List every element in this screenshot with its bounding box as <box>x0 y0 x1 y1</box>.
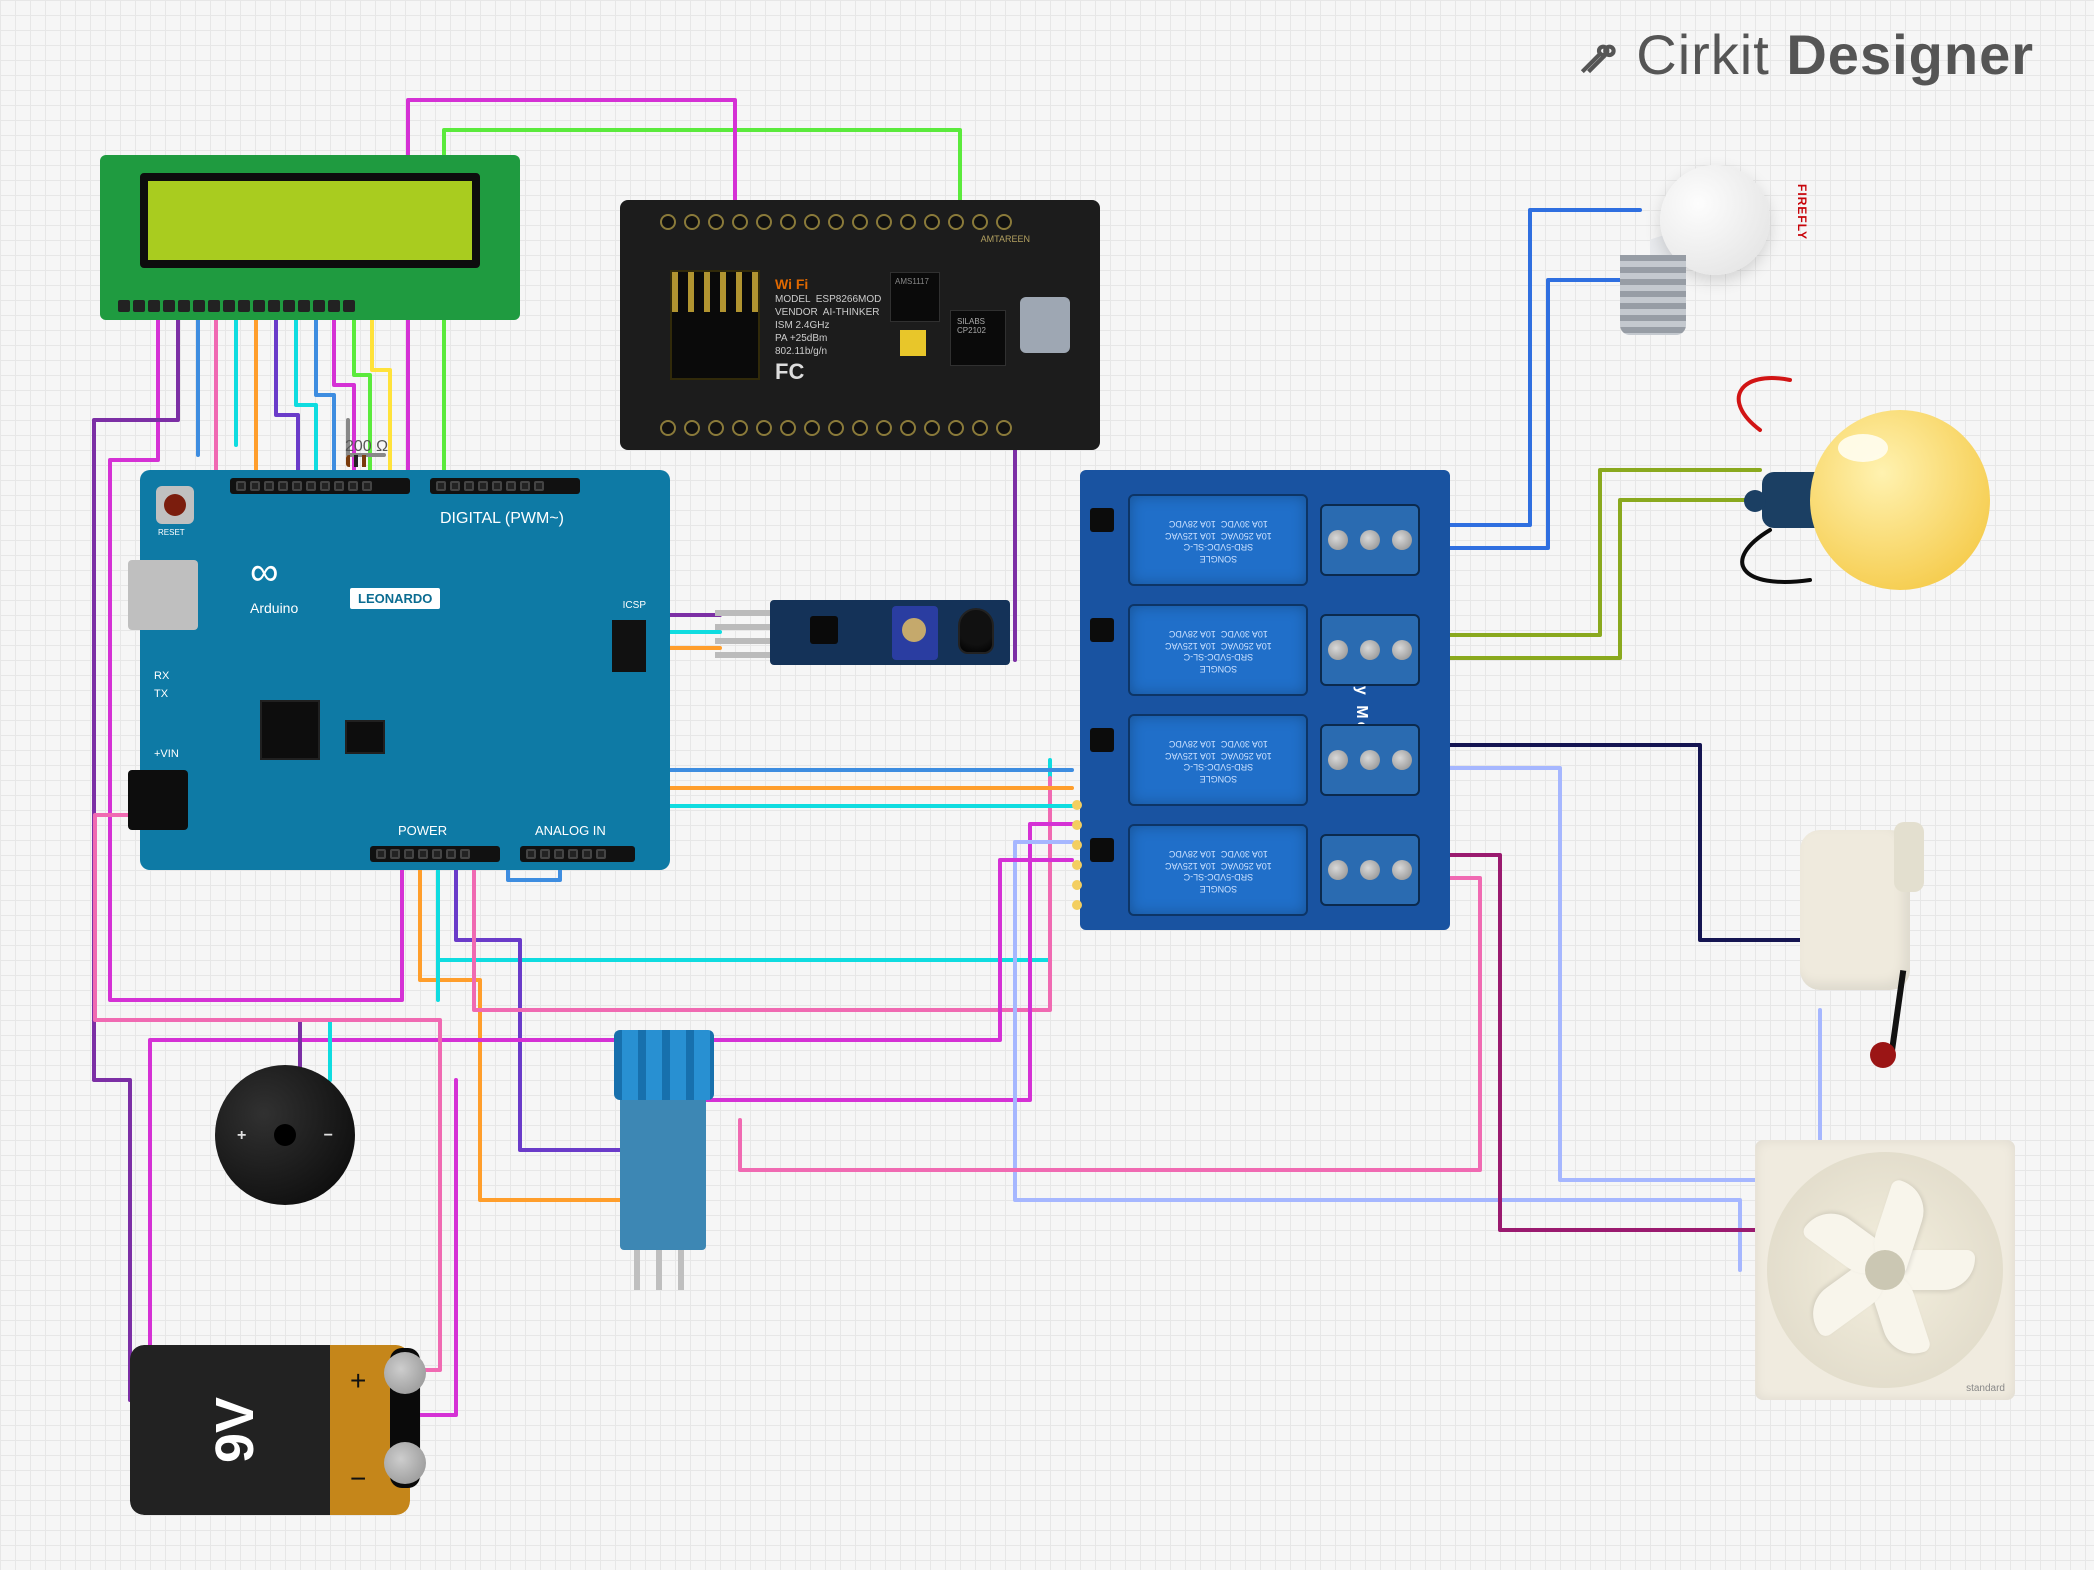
piezo-buzzer: + − <box>215 1065 355 1205</box>
arduino-tx-label: TX <box>154 688 168 700</box>
relay-k4: SONGLE SRD-5VDC-SL-C 10A 250VAC 10A 125V… <box>1128 824 1308 916</box>
lcd-screen <box>140 173 480 268</box>
relay-input-pins <box>1072 800 1082 910</box>
app-watermark: Cirkit Designer <box>1574 22 2034 87</box>
esp-passive <box>900 330 926 356</box>
arduino-icsp-header <box>612 620 646 672</box>
arduino-brand-label: Arduino <box>250 600 298 616</box>
exhaust-fan: standard <box>1755 1140 2015 1400</box>
dht11-sensor <box>620 1090 706 1250</box>
relay-terminal-4 <box>1320 834 1420 906</box>
arduino-icsp-label: ICSP <box>623 600 646 611</box>
relay-module-4ch: 4 Relay Module SONGLE SRD-5VDC-SL-C 10A … <box>1080 470 1450 930</box>
flame-sensor-pins <box>715 610 770 658</box>
esp-module-text: Wi Fi MODEL ESP8266MOD VENDOR AI-THINKER… <box>775 275 881 387</box>
arduino-chip-2 <box>345 720 385 754</box>
battery-clip <box>390 1348 420 1488</box>
pump-connector <box>1870 1042 1896 1068</box>
arduino-vin-label: +VIN <box>154 748 179 760</box>
arduino-reset-button[interactable] <box>156 486 194 524</box>
brand-name: Cirkit Designer <box>1636 22 2034 87</box>
incandescent-bulb <box>1810 410 1990 590</box>
resistor-label: 200 Ω <box>345 438 388 456</box>
arduino-rx-label: RX <box>154 670 169 682</box>
led-bulb-brand: FIREFLY <box>1795 184 1809 240</box>
lcd-pin-row <box>118 300 355 312</box>
arduino-variant-label: LEONARDO <box>350 588 440 609</box>
fan-brand: standard <box>1966 1383 2005 1394</box>
brand-icon <box>1574 30 1624 80</box>
esp-usb-port <box>1020 297 1070 353</box>
arduino-top-left-header <box>230 478 410 494</box>
arduino-reset-label: RESET <box>158 528 185 537</box>
flame-sensor-ir-led <box>958 608 994 654</box>
buzzer-plus-label: + <box>237 1127 246 1145</box>
flame-sensor-module <box>770 600 1010 665</box>
arduino-digital-label: DIGITAL (PWM~) <box>440 510 564 528</box>
arduino-top-right-header <box>430 478 580 494</box>
relay-k2: SONGLE SRD-5VDC-SL-C 10A 250VAC 10A 125V… <box>1128 604 1308 696</box>
relay-k3: SONGLE SRD-5VDC-SL-C 10A 250VAC 10A 125V… <box>1128 714 1308 806</box>
dht11-cap <box>614 1030 714 1100</box>
relay-terminal-1 <box>1320 504 1420 576</box>
esp-top-pin-row <box>660 214 1012 230</box>
esp-wifi-module <box>670 270 760 380</box>
flame-sensor-potentiometer[interactable] <box>892 606 938 660</box>
led-bulb: FIREFLY <box>1620 115 1770 335</box>
esp-bottom-pin-row <box>660 420 1012 436</box>
relay-k1: SONGLE SRD-5VDC-SL-C 10A 250VAC 10A 125V… <box>1128 494 1308 586</box>
battery-plus-label: + <box>350 1365 366 1397</box>
battery-9v: 9V + − <box>130 1345 410 1515</box>
esp-uart-chip: SILABS CP2102 <box>950 310 1006 366</box>
buzzer-minus-label: − <box>324 1127 333 1145</box>
arduino-leonardo: RESET DIGITAL (PWM~) POWER ANALOG IN +VI… <box>140 470 670 870</box>
relay-terminal-3 <box>1320 724 1420 796</box>
arduino-power-header <box>370 846 500 862</box>
battery-minus-label: − <box>350 1463 366 1495</box>
arduino-analog-header <box>520 846 635 862</box>
arduino-mcu-chip <box>260 700 320 760</box>
arduino-analog-label: ANALOG IN <box>535 823 606 838</box>
arduino-power-jack <box>128 770 188 830</box>
relay-terminal-2 <box>1320 614 1420 686</box>
water-pump <box>1790 810 1920 1010</box>
esp8266-nodemcu: Wi Fi MODEL ESP8266MOD VENDOR AI-THINKER… <box>620 200 1100 450</box>
arduino-usb-port <box>128 560 198 630</box>
esp-regulator-chip: AMS1117 <box>890 272 940 322</box>
arduino-power-label: POWER <box>398 823 447 838</box>
resistor-200-ohm <box>346 455 384 467</box>
lcd-16x2 <box>100 155 520 320</box>
esp-brand-label: AMTAREEN <box>981 234 1030 244</box>
